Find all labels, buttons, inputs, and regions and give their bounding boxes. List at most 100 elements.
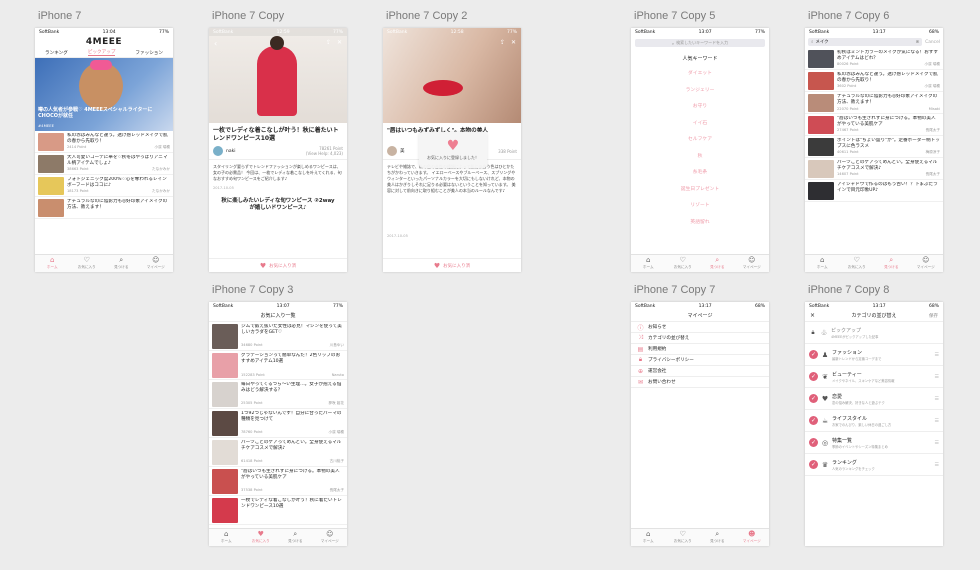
- list-item[interactable]: 毎日やってくるつら〜い生理…。女子が抱える悩みはどう解決する？ 25305 Poi…: [209, 380, 347, 409]
- drag-handle-icon[interactable]: ☰: [935, 396, 939, 402]
- drag-handle-icon[interactable]: ☰: [935, 374, 939, 380]
- list-item[interactable]: ナチュラルなのに陰影力も◎好印象アイメイクの方法、教えます！: [35, 197, 173, 219]
- list-item[interactable]: ナチュラルなのに陰影力も◎好印象アイメイクの方法、教えます！ 22070 Poin…: [805, 92, 943, 114]
- tab-favorites[interactable]: ♡ お気に入り: [666, 529, 701, 546]
- keyword-item[interactable]: 糸毛条: [693, 165, 707, 182]
- keyword-item[interactable]: イイ石: [693, 116, 707, 133]
- article-thumbnail: [212, 411, 238, 436]
- keyword-item[interactable]: リゾート: [690, 198, 709, 215]
- tab-favorites[interactable]: ♡ お気に入り: [840, 255, 875, 272]
- category-row[interactable]: ✓ ♥ 恋愛 恋の悩み解決、好きな人と遊ぶテク ☰: [805, 388, 943, 410]
- person-icon: ☺: [326, 530, 334, 538]
- tab-home[interactable]: ⌂ ホーム: [631, 255, 666, 272]
- menu-item-terms[interactable]: ▤ 利用規約: [631, 344, 769, 355]
- category-row[interactable]: ✓ ❦ ビューティー メイクやネイル、スキンケアなど美容情報 ☰: [805, 366, 943, 388]
- artboard-label: iPhone 7 Copy: [212, 10, 285, 22]
- tab-mypage[interactable]: ☻ マイページ: [735, 529, 770, 546]
- menu-item-privacy[interactable]: 🔒︎ プライバシーポリシー: [631, 355, 769, 366]
- close-icon[interactable]: ✕: [337, 39, 342, 46]
- tab-home[interactable]: ⌂ ホーム: [805, 255, 840, 272]
- drag-handle-icon[interactable]: ☰: [935, 418, 939, 424]
- search-icon: ⌕: [293, 530, 298, 538]
- list-item[interactable]: ジムで鍛え抜いた女性は必見！マシンを使って美しいカラダをGET♡ 34680 Po…: [209, 322, 347, 351]
- list-item[interactable]: 初秋はミントカラーのメイクが気になる！おすすめアイテムはどれ？ 80026 Poi…: [805, 48, 943, 70]
- list-item[interactable]: アイシャドウで作るのはもう古い！？下まぶたラインで目元印象UP♪: [805, 180, 943, 202]
- keyword-item[interactable]: 秋: [698, 149, 703, 166]
- favorite-button[interactable]: ♥ お気に入り済: [383, 258, 521, 272]
- tab-mypage[interactable]: ☺ マイページ: [139, 255, 174, 272]
- category-row[interactable]: ✓ ♛ ランキング 人気のランキングをチェック ☰: [805, 454, 943, 476]
- checkmark-icon[interactable]: ✓: [809, 460, 818, 469]
- tab-favorites[interactable]: ♡ お気に入り: [70, 255, 105, 272]
- close-icon[interactable]: ✕: [511, 39, 516, 46]
- favorite-button[interactable]: ♥ お気に入り済: [209, 258, 347, 272]
- tab-home[interactable]: ⌂ ホーム: [209, 529, 244, 546]
- keyword-item[interactable]: セルフケア: [688, 132, 712, 149]
- list-item[interactable]: 大人可愛いコーデに華を♡秋冬はやっぱりアニマル柄アイテムでしょ♪ 38663 Po…: [35, 153, 173, 175]
- tab-favorites[interactable]: ♥ お気に入り: [244, 529, 279, 546]
- keyword-item[interactable]: 誕生日プレゼント: [681, 182, 719, 199]
- list-item[interactable]: パーツごとのケアってめんどい。全身使えるマルチケアコスメで解決♪ 14607 Po…: [805, 158, 943, 180]
- tab-search[interactable]: ⌕ 見つける: [104, 255, 139, 272]
- drag-handle-icon[interactable]: ☰: [935, 440, 939, 446]
- list-item[interactable]: 一枚でレディな着こなしが叶う！秋に着たいトレンドワンピース10選: [209, 496, 347, 525]
- search-input[interactable]: ⌕ 検索したいキーワードを入力: [635, 39, 765, 47]
- list-item[interactable]: ポイントは"ちょい盛り"が"。定番ボーダー柄トップスに色ラスメ 40611 Poi…: [805, 136, 943, 158]
- tab-ranking[interactable]: ランキング: [45, 50, 68, 56]
- phone-favorites: SoftBank 13:07 77% お気に入り一覧 ジムで鍛え抜いた女性は必見！マ…: [209, 302, 347, 546]
- close-button[interactable]: ×: [810, 312, 815, 319]
- list-item[interactable]: フォトジェニック度200%♡心を奪われるレインボーフードはココに♪ 18173 P…: [35, 175, 173, 197]
- keyword-item[interactable]: ランジェリー: [686, 83, 715, 100]
- hero-banner[interactable]: 噂の人気者が参戦♡ 4MEEEスペシャルライターに CHOCOが就任 #4MEE…: [35, 58, 173, 131]
- save-button[interactable]: 保存: [929, 313, 938, 319]
- home-icon: ⌂: [224, 530, 229, 538]
- keyword-item[interactable]: ダイエット: [688, 66, 712, 83]
- list-item[interactable]: 私の赤はみんなと違う。透け感レッドメイクで肌の春から先取り！ 2414 Point…: [35, 131, 173, 153]
- tab-favorites[interactable]: ♡ お気に入り: [666, 255, 701, 272]
- list-item[interactable]: "唇はいつも生きれずに身につける。本物の美人がやっている美肌ケア 27467 Po…: [805, 114, 943, 136]
- keyword-item[interactable]: お守り: [693, 99, 707, 116]
- drag-handle-icon[interactable]: ☰: [935, 462, 939, 468]
- heart-filled-icon: ♥: [259, 261, 267, 270]
- list-item[interactable]: グラデーションって簡単なんだ！2色リップのおすすめアイテム10選 152283 P…: [209, 351, 347, 380]
- share-icon[interactable]: ⇪: [326, 39, 331, 46]
- tab-search[interactable]: ⌕ 見つける: [874, 255, 909, 272]
- checkmark-icon[interactable]: ✓: [809, 372, 818, 381]
- list-item[interactable]: パーツごとのケアってめんどい。全身使えるマルチケアコスメで解決♪ 61418 Po…: [209, 438, 347, 467]
- tab-search[interactable]: ⌕ 見つける: [278, 529, 313, 546]
- avatar[interactable]: [213, 146, 223, 156]
- menu-item-company[interactable]: ⊕ 運営会社: [631, 366, 769, 377]
- back-icon[interactable]: ‹: [214, 39, 217, 48]
- tab-mypage[interactable]: ☺ マイページ: [735, 255, 770, 272]
- clear-icon[interactable]: ⊗: [915, 40, 919, 45]
- tab-search[interactable]: ⌕ 見つける: [700, 529, 735, 546]
- category-row[interactable]: 🔒︎ ♧ ピックアップ 4MEEEがピックアップした記事: [805, 322, 943, 344]
- cancel-button[interactable]: Cancel: [925, 40, 940, 45]
- checkmark-icon[interactable]: ✓: [809, 394, 818, 403]
- list-item[interactable]: 1つ92つじゃないんです！自分に合ったパーマの種類を見つけて 78760 Poin…: [209, 409, 347, 438]
- keyword-item[interactable]: 英語留れ: [690, 215, 709, 232]
- tab-home[interactable]: ⌂ ホーム: [631, 529, 666, 546]
- tab-home[interactable]: ⌂ ホーム: [35, 255, 70, 272]
- tab-pickup[interactable]: ピックアップ: [87, 49, 116, 56]
- search-input[interactable]: ⌕ メイク ⊗: [808, 38, 923, 46]
- category-row[interactable]: ✓ ◎ 特集一覧 季節のイベントやシーズン特集まとめ ☰: [805, 432, 943, 454]
- menu-item-category-sort[interactable]: ⤨ カテゴリの並び替え: [631, 333, 769, 344]
- category-row[interactable]: ✓ ♟ ファッション 最新トレンドから定番コーデまで ☰: [805, 344, 943, 366]
- checkmark-icon[interactable]: ✓: [809, 438, 818, 447]
- tab-fashion[interactable]: ファッション: [135, 50, 163, 56]
- checkmark-icon[interactable]: ✓: [809, 350, 818, 359]
- tab-search[interactable]: ⌕ 見つける: [700, 255, 735, 272]
- checkmark-icon[interactable]: ✓: [809, 416, 818, 425]
- menu-item-news[interactable]: ⓘ お知らせ: [631, 322, 769, 333]
- phone-mypage: SoftBank 13:17 68% マイページ ⓘ お知らせ ⤨ カテゴリの並び替え …: [631, 302, 769, 546]
- drag-handle-icon[interactable]: ☰: [935, 352, 939, 358]
- share-icon[interactable]: ⇪: [500, 39, 505, 46]
- menu-item-contact[interactable]: ✉ お問い合わせ: [631, 377, 769, 388]
- tab-mypage[interactable]: ☺ マイページ: [313, 529, 348, 546]
- list-item[interactable]: 私の赤はみんなと違う。透け感レッドメイクで肌の春から先取り！ 3602 Point…: [805, 70, 943, 92]
- avatar[interactable]: [387, 146, 397, 156]
- list-item[interactable]: "唇はいつも生きれずに身につける。本物の美人がやっている美肌ケア 37538 Po…: [209, 467, 347, 496]
- tab-mypage[interactable]: ☺ マイページ: [909, 255, 944, 272]
- category-row[interactable]: ✓ ☕︎ ライフスタイル お家でのんびり、楽しい休日の過ごし方 ☰: [805, 410, 943, 432]
